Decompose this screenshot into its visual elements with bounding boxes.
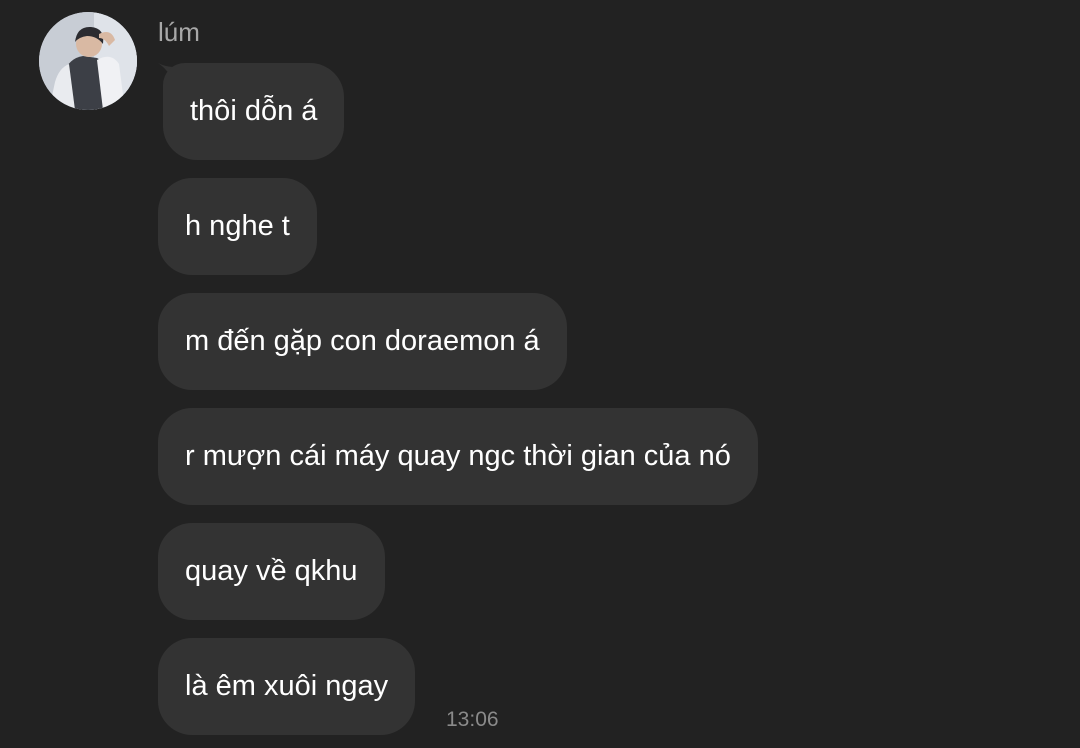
chat-screen: lúm thôi dỗn á h nghe t m đến gặp con do…: [0, 0, 1080, 748]
message-timestamp: 13:06: [446, 708, 499, 731]
avatar-photo-icon: [39, 12, 137, 110]
message-bubble[interactable]: thôi dỗn á: [163, 63, 345, 160]
sender-name: lúm: [158, 17, 200, 47]
message-text: thôi dỗn á: [190, 95, 318, 127]
message-text: r mượn cái máy quay ngc thời gian của nó: [185, 440, 731, 472]
message-bubble[interactable]: quay về qkhu: [158, 523, 385, 620]
message-text: là êm xuôi ngay: [185, 670, 389, 702]
sender-avatar[interactable]: [39, 12, 137, 110]
message-bubble[interactable]: là êm xuôi ngay: [158, 638, 416, 735]
message-text: quay về qkhu: [185, 555, 358, 587]
message-text: h nghe t: [185, 210, 290, 242]
message-bubble[interactable]: h nghe t: [158, 178, 317, 275]
message-bubble[interactable]: m đến gặp con doraemon á: [158, 293, 567, 390]
message-text: m đến gặp con doraemon á: [185, 325, 540, 357]
message-bubble[interactable]: r mượn cái máy quay ngc thời gian của nó: [158, 408, 758, 505]
